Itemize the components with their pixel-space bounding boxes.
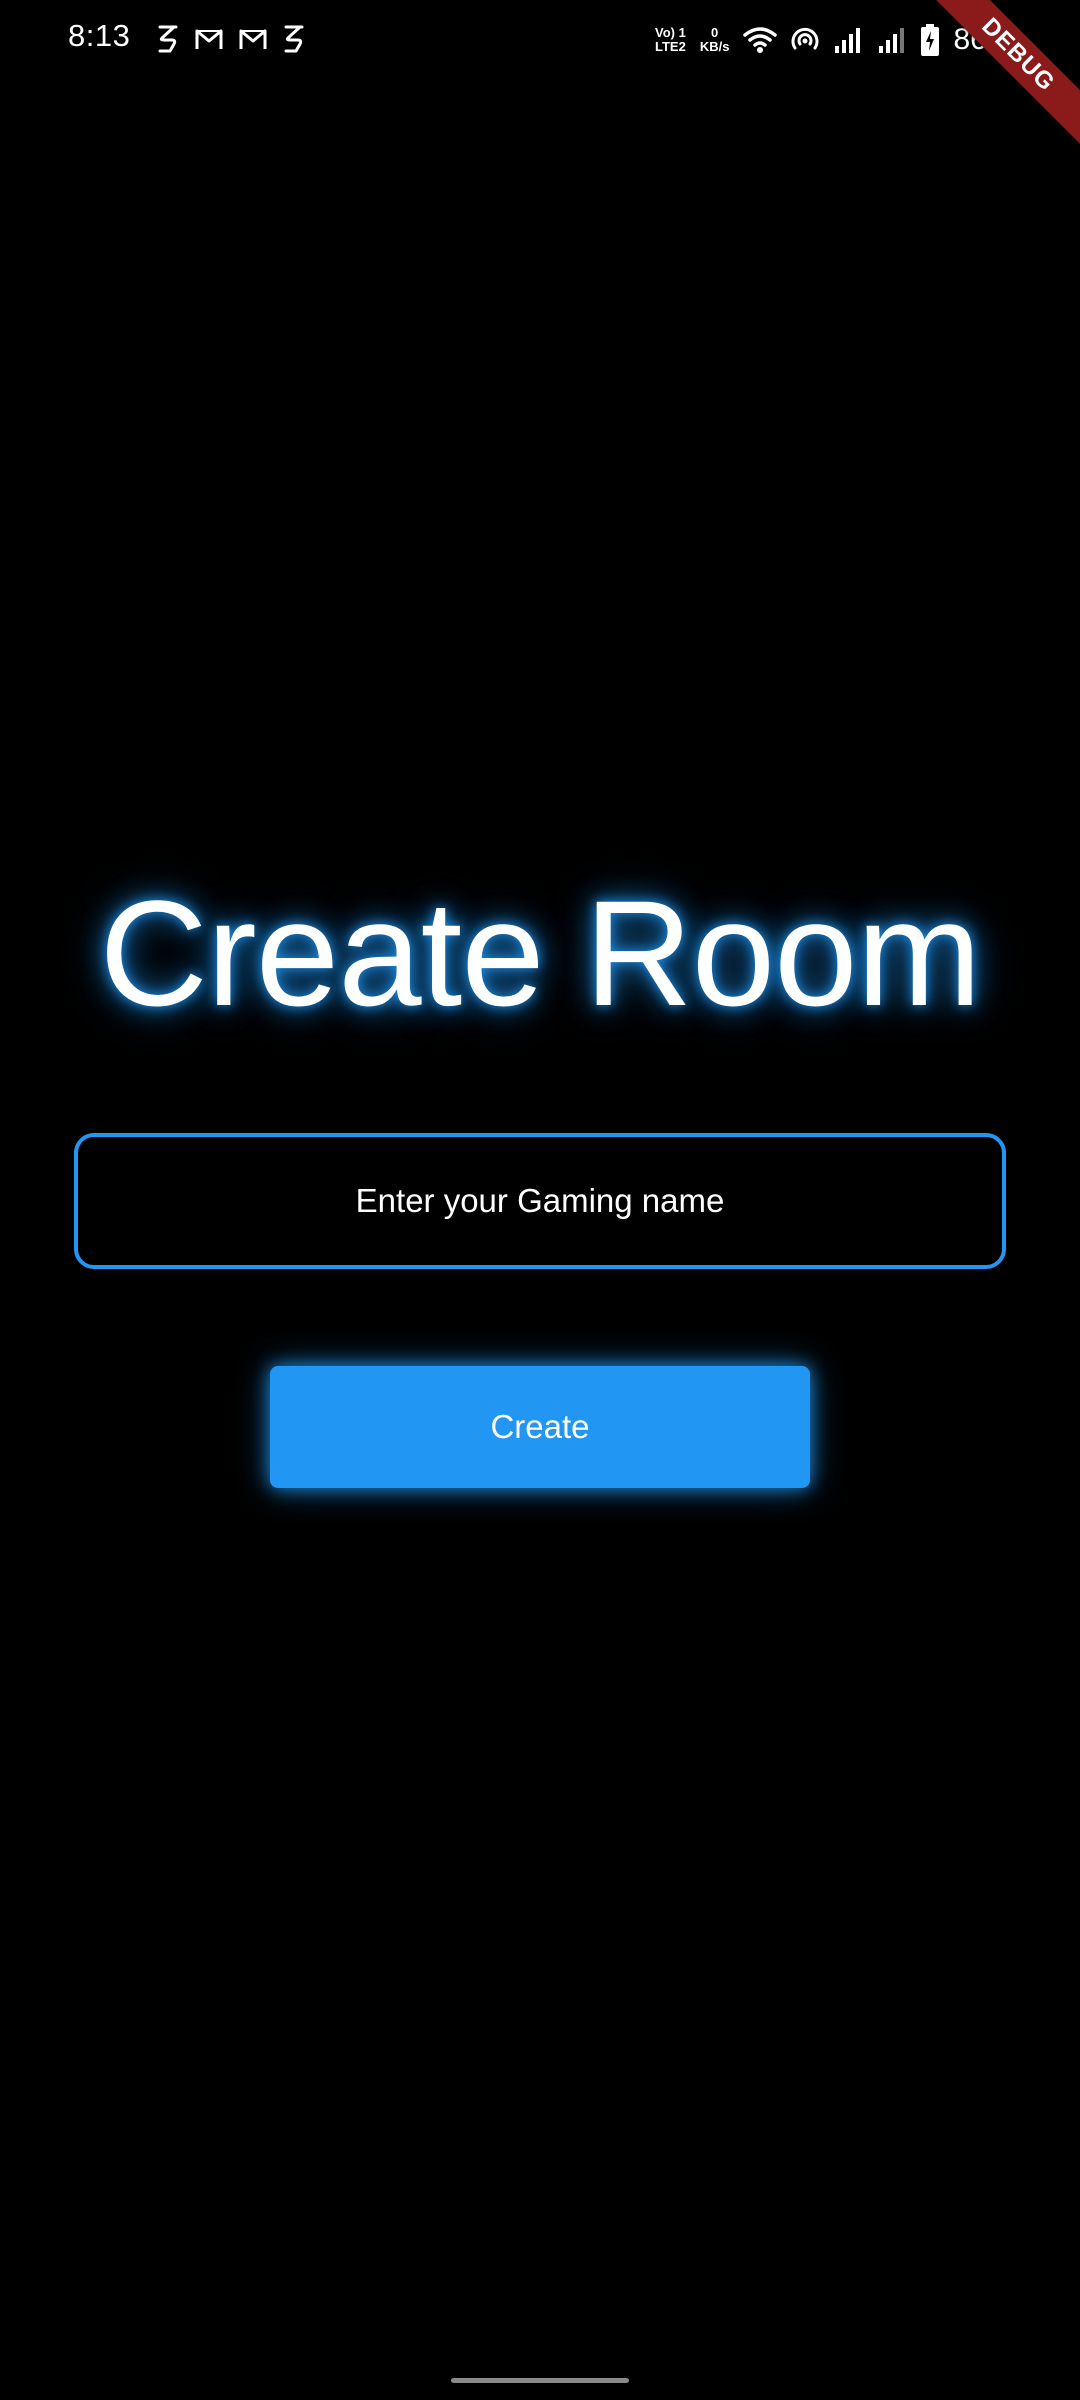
- notification-icons: [156, 22, 306, 56]
- signal-sim2-icon: [877, 26, 907, 54]
- gmail-icon: [194, 26, 224, 52]
- volte-indicator: Vo) 1 LTE2: [655, 25, 686, 54]
- gmail-icon: [238, 26, 268, 52]
- status-bar: 8:13 Vo) 1 LTE2 0 KB/s: [0, 0, 1080, 80]
- create-room-screen: 8:13 Vo) 1 LTE2 0 KB/s DEBUG Create Room…: [0, 0, 1080, 2400]
- page-title: Create Room: [99, 869, 981, 1037]
- debug-banner: DEBUG: [930, 0, 1080, 150]
- signal-sim1-icon: [833, 26, 863, 54]
- hotspot-icon: [791, 26, 819, 54]
- status-time: 8:13: [68, 18, 131, 53]
- gaming-name-field[interactable]: [74, 1133, 1006, 1269]
- create-button[interactable]: Create: [270, 1366, 810, 1488]
- network-speed-indicator: 0 KB/s: [699, 25, 730, 54]
- s-app-icon: [282, 24, 306, 54]
- gaming-name-input[interactable]: [78, 1136, 1002, 1266]
- s-app-icon: [156, 24, 180, 54]
- home-indicator[interactable]: [451, 2378, 629, 2383]
- wifi-icon: [743, 26, 778, 54]
- debug-banner-wrapper: DEBUG: [930, 0, 1080, 150]
